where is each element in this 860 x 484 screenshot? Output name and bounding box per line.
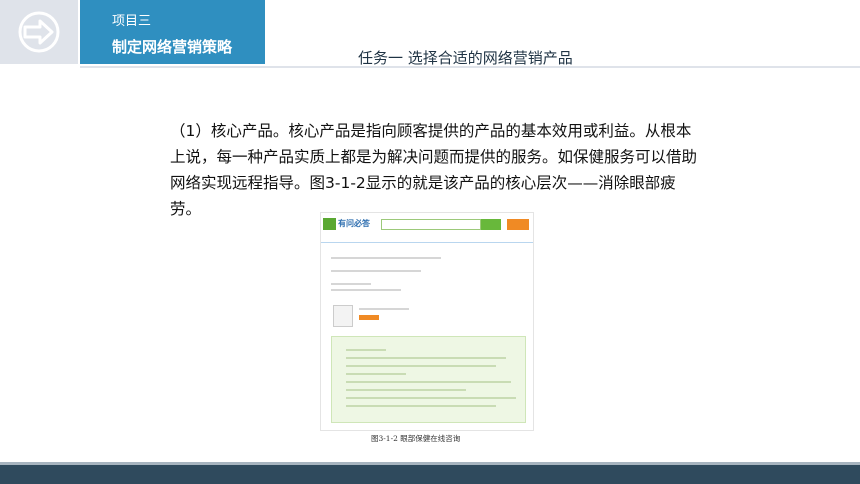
site-search-box [381, 219, 481, 230]
doctor-avatar [333, 305, 353, 327]
site-search-button [481, 219, 501, 230]
answer-line [346, 373, 406, 375]
site-breadcrumb [321, 235, 533, 243]
arrow-right-circle-icon[interactable] [0, 0, 78, 64]
answer-line [346, 381, 511, 383]
task-title: 任务一 选择合适的网络营销产品 [358, 49, 573, 67]
doctor-name-line [359, 308, 409, 310]
answer-line [346, 349, 386, 351]
answer-line [346, 389, 466, 391]
desc-line-1 [331, 283, 371, 285]
content-paragraph: （1）核心产品。核心产品是指向顾客提供的产品的基本效用或利益。从根本上说，每一种… [170, 122, 698, 218]
answer-line [346, 357, 506, 359]
site-name: 有问必答 [338, 219, 370, 228]
meta-line [331, 270, 421, 272]
site-ask-button [507, 219, 529, 230]
site-header: 有问必答 [323, 217, 529, 231]
answer-line [346, 365, 496, 367]
strategy-title: 制定网络营销策略 [112, 38, 233, 56]
desc-line-2 [331, 289, 401, 291]
project-label: 项目三 [112, 14, 152, 29]
nav-arrow-icon-box[interactable] [0, 0, 78, 64]
footer-bar [0, 465, 860, 484]
consultation-screenshot: 有问必答 [320, 212, 534, 431]
answer-line [346, 405, 496, 407]
site-logo-icon [323, 218, 336, 230]
header-bar: 项目三 制定网络营销策略 [80, 0, 265, 64]
answer-line [346, 397, 516, 399]
answer-box [331, 336, 526, 423]
doctor-badge [359, 315, 379, 320]
question-line [331, 257, 441, 259]
figure-caption: 图3-1-2 眼部保健在线咨询 [371, 434, 461, 443]
